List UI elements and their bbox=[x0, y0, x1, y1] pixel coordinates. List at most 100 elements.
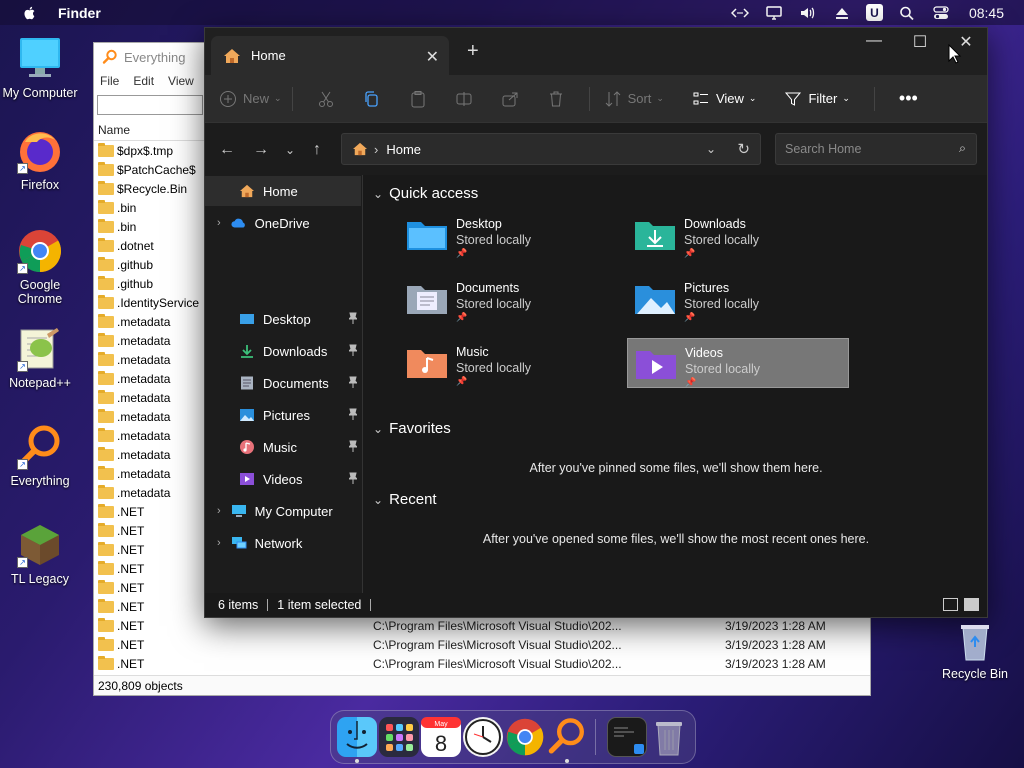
menu-clock[interactable]: 08:45 bbox=[969, 5, 1004, 21]
nav-item-documents[interactable]: Documents bbox=[205, 368, 361, 398]
more-options-icon[interactable]: ••• bbox=[899, 83, 918, 115]
terminal-window-icon[interactable] bbox=[607, 717, 647, 757]
collapse-chevron-icon[interactable]: ⌄ bbox=[373, 422, 383, 436]
filter-button[interactable]: Filter ⌄ bbox=[784, 83, 850, 115]
nav-item-videos[interactable]: Videos bbox=[205, 464, 361, 494]
breadcrumb-chevron-icon: › bbox=[374, 141, 379, 157]
desktop-icon-my-computer[interactable]: My Computer bbox=[0, 36, 80, 100]
new-button[interactable]: New ⌄ bbox=[219, 83, 282, 115]
quick-access-pictures[interactable]: Pictures Stored locally 📌 bbox=[627, 274, 849, 324]
tab-home[interactable]: Home ✕ bbox=[211, 36, 449, 75]
maximize-icon[interactable]: ☐ bbox=[897, 32, 943, 52]
result-row[interactable]: .NET C:\Program Files\Microsoft Visual St… bbox=[94, 654, 870, 673]
expand-chevron-icon[interactable]: › bbox=[217, 217, 221, 229]
desktop-icon-everything[interactable]: ↗ Everything bbox=[0, 424, 80, 488]
refresh-icon[interactable]: ↻ bbox=[737, 140, 750, 158]
plus-circle-icon bbox=[220, 90, 236, 107]
quick-access-videos[interactable]: Videos Stored locally 📌 bbox=[627, 338, 849, 388]
nav-item-desktop[interactable]: Desktop bbox=[205, 304, 361, 334]
nav-item-network[interactable]: › Network bbox=[205, 528, 361, 558]
pin-icon bbox=[349, 472, 357, 484]
copy-button[interactable] bbox=[363, 83, 381, 115]
u-app-icon[interactable]: U bbox=[865, 4, 883, 21]
tiles-view-icon[interactable] bbox=[964, 598, 979, 611]
recent-locations-icon[interactable]: ⌄ bbox=[285, 143, 295, 157]
paste-button[interactable] bbox=[409, 83, 427, 115]
control-center-icon[interactable] bbox=[931, 4, 951, 22]
menu-file[interactable]: File bbox=[100, 74, 119, 88]
address-dropdown-icon[interactable]: ⌄ bbox=[706, 142, 716, 156]
everything-search-input[interactable] bbox=[97, 95, 203, 115]
details-view-icon[interactable] bbox=[943, 598, 958, 611]
section-favorites[interactable]: ⌄ Favorites bbox=[373, 420, 451, 437]
menu-view[interactable]: View bbox=[168, 74, 194, 88]
quick-access-desktop[interactable]: Desktop Stored locally 📌 bbox=[399, 210, 621, 260]
desktop-icon-tl-legacy[interactable]: ↗ TL Legacy bbox=[0, 522, 80, 586]
nav-item-music[interactable]: Music bbox=[205, 432, 361, 462]
desktop-icon-notepadpp[interactable]: ↗ Notepad++ bbox=[0, 326, 80, 390]
mouse-cursor-icon bbox=[948, 44, 962, 64]
desktop-icon-google-chrome[interactable]: ↗ Google Chrome bbox=[0, 228, 80, 306]
quick-access-downloads[interactable]: Downloads Stored locally 📌 bbox=[627, 210, 849, 260]
chrome-icon[interactable] bbox=[505, 717, 545, 757]
result-path: C:\Program Files\Microsoft Visual Studio… bbox=[373, 637, 622, 652]
menu-edit[interactable]: Edit bbox=[133, 74, 154, 88]
calendar-icon[interactable]: May 8 bbox=[421, 717, 461, 757]
folder-icon bbox=[98, 598, 114, 613]
result-row[interactable]: .NET C:\Program Files\Microsoft Visual St… bbox=[94, 616, 870, 635]
nav-item-onedrive[interactable]: › OneDrive bbox=[205, 208, 361, 238]
nav-item-my-computer[interactable]: › My Computer bbox=[205, 496, 361, 526]
collapse-chevron-icon[interactable]: ⌄ bbox=[373, 493, 383, 507]
expand-chevron-icon[interactable]: › bbox=[217, 505, 221, 517]
desktop-icon-recycle-bin[interactable]: Recycle Bin bbox=[935, 620, 1015, 681]
rename-button[interactable] bbox=[455, 83, 473, 115]
quick-access-music[interactable]: Music Stored locally 📌 bbox=[399, 338, 621, 388]
desktop-icon-firefox[interactable]: ↗ Firefox bbox=[0, 128, 80, 192]
finder-icon[interactable] bbox=[337, 717, 377, 757]
apple-icon[interactable] bbox=[22, 5, 38, 21]
search-input[interactable]: Search Home ⌕ bbox=[775, 133, 977, 165]
remote-icon[interactable] bbox=[730, 4, 750, 22]
navigation-pane: Home › OneDrive Desktop Downloads Document… bbox=[205, 175, 363, 595]
shortcut-arrow-icon: ↗ bbox=[17, 557, 28, 568]
search-icon[interactable] bbox=[897, 4, 917, 22]
expand-chevron-icon[interactable]: › bbox=[217, 537, 221, 549]
section-quick-access[interactable]: ⌄ Quick access bbox=[373, 185, 478, 202]
close-tab-icon[interactable]: ✕ bbox=[426, 47, 439, 67]
section-recent[interactable]: ⌄ Recent bbox=[373, 491, 437, 508]
delete-button[interactable] bbox=[547, 83, 565, 115]
address-bar[interactable]: › Home ⌄ ↻ bbox=[341, 133, 761, 165]
nav-item-downloads[interactable]: Downloads bbox=[205, 336, 361, 366]
view-toggles bbox=[943, 598, 979, 611]
everything-icon[interactable] bbox=[547, 717, 587, 757]
nav-item-home[interactable]: Home bbox=[205, 176, 361, 206]
back-arrow-icon[interactable]: ← bbox=[219, 141, 235, 159]
forward-arrow-icon[interactable]: → bbox=[253, 141, 269, 159]
folder-icon bbox=[98, 503, 114, 518]
share-button[interactable] bbox=[501, 83, 519, 115]
chevron-down-icon: ⌄ bbox=[656, 93, 664, 103]
breadcrumb-home[interactable]: Home bbox=[386, 142, 421, 157]
sort-button[interactable]: Sort ⌄ bbox=[604, 83, 664, 115]
collapse-chevron-icon[interactable]: ⌄ bbox=[373, 187, 383, 201]
cut-button[interactable] bbox=[317, 83, 335, 115]
document-icon bbox=[241, 376, 253, 390]
nav-item-pictures[interactable]: Pictures bbox=[205, 400, 361, 430]
dock-separator bbox=[595, 719, 596, 755]
result-row[interactable]: .NET C:\Program Files\Microsoft Visual St… bbox=[94, 635, 870, 654]
file-explorer-window[interactable]: Home ✕ + — ☐ ✕ New ⌄ Sort ⌄ View ⌄ Filte… bbox=[204, 27, 988, 618]
launchpad-icon[interactable] bbox=[379, 717, 419, 757]
volume-icon[interactable] bbox=[798, 4, 818, 22]
view-button[interactable]: View ⌄ bbox=[692, 83, 756, 115]
trash-icon[interactable] bbox=[649, 717, 689, 757]
display-icon[interactable] bbox=[764, 4, 784, 22]
everything-icon bbox=[102, 49, 117, 64]
up-arrow-icon[interactable]: ↑ bbox=[313, 141, 321, 159]
clock-icon[interactable] bbox=[463, 717, 503, 757]
shortcut-arrow-icon: ↗ bbox=[17, 163, 28, 174]
active-app-name[interactable]: Finder bbox=[58, 5, 101, 21]
quick-access-documents[interactable]: Documents Stored locally 📌 bbox=[399, 274, 621, 324]
minimize-icon[interactable]: — bbox=[851, 32, 897, 50]
new-tab-icon[interactable]: + bbox=[467, 40, 479, 63]
eject-icon[interactable] bbox=[832, 4, 852, 22]
